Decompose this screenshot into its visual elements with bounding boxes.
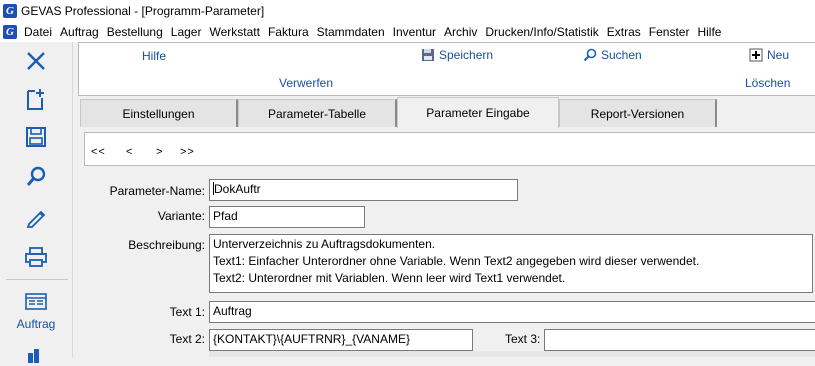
gevas-logo-icon[interactable]: G <box>3 25 17 39</box>
new-document-icon <box>27 89 44 110</box>
nav-first-button[interactable]: << <box>91 146 106 158</box>
variante-label: Variante: <box>157 209 205 223</box>
record-navigation: << < > >> <box>84 132 815 166</box>
title-bar: G GEVAS Professional - [Programm-Paramet… <box>0 0 815 22</box>
verwerfen-label: Verwerfen <box>279 76 334 90</box>
auftrag-nav-button[interactable] <box>21 288 51 314</box>
menu-drucken[interactable]: Drucken/Info/Statistik <box>484 25 605 39</box>
search-icon <box>26 166 46 186</box>
hilfe-button[interactable]: Hilfe <box>142 49 166 63</box>
auftrag-icon <box>25 293 47 310</box>
nav-next-button[interactable]: > <box>156 146 163 158</box>
hilfe-label: Hilfe <box>142 49 167 63</box>
menu-faktura[interactable]: Faktura <box>267 25 316 39</box>
tab-report-versionen[interactable]: Report-Versionen <box>559 99 717 127</box>
menu-bar: G Datei Auftrag Bestellung Lager Werksta… <box>0 22 815 42</box>
tab-label: Parameter-Tabelle <box>267 106 367 121</box>
variante-input[interactable]: Pfad <box>209 206 365 228</box>
suchen-label: Suchen <box>601 48 642 62</box>
beschreibung-line: Unterverzeichnis zu Auftragsdokumenten. <box>213 237 436 251</box>
tab-parameter-eingabe[interactable]: Parameter Eingabe <box>397 97 559 128</box>
form-lower-area <box>209 351 815 357</box>
variante-value: Pfad <box>213 209 238 223</box>
tab-label: Einstellungen <box>122 106 195 121</box>
loeschen-button[interactable]: Löschen <box>745 76 790 90</box>
tab-label: Parameter Eingabe <box>426 106 530 120</box>
nav-prev-button[interactable]: < <box>126 146 133 158</box>
text1-label: Text 1: <box>169 305 205 319</box>
menu-datei[interactable]: Datei <box>23 25 59 39</box>
text3-input[interactable] <box>544 329 815 351</box>
speichern-button[interactable]: Speichern <box>421 48 493 62</box>
menu-archiv[interactable]: Archiv <box>443 25 484 39</box>
tab-bar: Einstellungen Parameter-Tabelle Paramete… <box>78 97 815 129</box>
save-icon <box>26 127 46 147</box>
sidebar: Auftrag <box>0 42 73 363</box>
menu-hilfe[interactable]: Hilfe <box>696 25 728 39</box>
edit-icon <box>26 210 46 228</box>
neu-button[interactable]: Neu <box>749 48 789 62</box>
menu-lager[interactable]: Lager <box>170 25 209 39</box>
loeschen-label: Löschen <box>745 76 791 90</box>
save-icon <box>422 49 434 61</box>
toolbar: Hilfe Speichern Suchen Neu Verwerfen Lös… <box>78 42 815 96</box>
neu-label: Neu <box>767 48 790 62</box>
auftrag-nav-label[interactable]: Auftrag <box>0 317 72 331</box>
beschreibung-line: Text1: Einfacher Unterordner ohne Variab… <box>213 254 700 268</box>
text1-value: Auftrag <box>213 304 252 318</box>
beschreibung-label: Beschreibung: <box>128 238 205 252</box>
menu-auftrag[interactable]: Auftrag <box>59 25 106 39</box>
menu-extras[interactable]: Extras <box>606 25 648 39</box>
beschreibung-line: Text2: Unterordner mit Variablen. Wenn l… <box>213 271 566 285</box>
close-button[interactable] <box>21 48 51 74</box>
tab-parameter-tabelle[interactable]: Parameter-Tabelle <box>238 99 397 127</box>
save-button[interactable] <box>21 124 51 150</box>
sidebar-divider <box>6 279 68 280</box>
menu-fenster[interactable]: Fenster <box>648 25 697 39</box>
beschreibung-textarea[interactable]: Unterverzeichnis zu Auftragsdokumenten. … <box>209 234 813 293</box>
suchen-button[interactable]: Suchen <box>583 48 642 62</box>
search-button[interactable] <box>21 164 51 190</box>
new-document-button[interactable] <box>21 86 51 112</box>
parameter-name-value: DokAuftr <box>214 182 261 196</box>
window-title: GEVAS Professional - [Programm-Parameter… <box>21 4 265 18</box>
close-icon <box>27 52 45 70</box>
menu-bestellung[interactable]: Bestellung <box>106 25 170 39</box>
tab-einstellungen[interactable]: Einstellungen <box>80 99 238 127</box>
menu-werkstatt[interactable]: Werkstatt <box>208 25 266 39</box>
statistics-button[interactable] <box>21 340 51 366</box>
parameter-name-label: Parameter-Name: <box>109 184 205 198</box>
text2-label: Text 2: <box>169 332 205 346</box>
verwerfen-button[interactable]: Verwerfen <box>279 76 333 90</box>
menu-inventur[interactable]: Inventur <box>392 25 443 39</box>
text3-label: Text 3: <box>505 332 541 346</box>
gevas-logo-icon: G <box>3 4 17 18</box>
text2-value: {KONTAKT}\{AUFTRNR}_{VANAME} <box>213 332 410 346</box>
print-icon <box>25 247 47 267</box>
statistics-icon <box>28 349 39 363</box>
edit-button[interactable] <box>21 204 51 230</box>
text2-input[interactable]: {KONTAKT}\{AUFTRNR}_{VANAME} <box>209 329 473 351</box>
text1-input[interactable]: Auftrag <box>209 301 815 323</box>
print-button[interactable] <box>21 244 51 270</box>
nav-last-button[interactable]: >> <box>180 146 195 158</box>
search-icon <box>583 48 597 62</box>
parameter-name-input[interactable]: DokAuftr <box>209 179 518 201</box>
menu-stammdaten[interactable]: Stammdaten <box>316 25 392 39</box>
speichern-label: Speichern <box>439 48 494 62</box>
tab-label: Report-Versionen <box>590 106 685 121</box>
new-icon <box>749 48 763 62</box>
